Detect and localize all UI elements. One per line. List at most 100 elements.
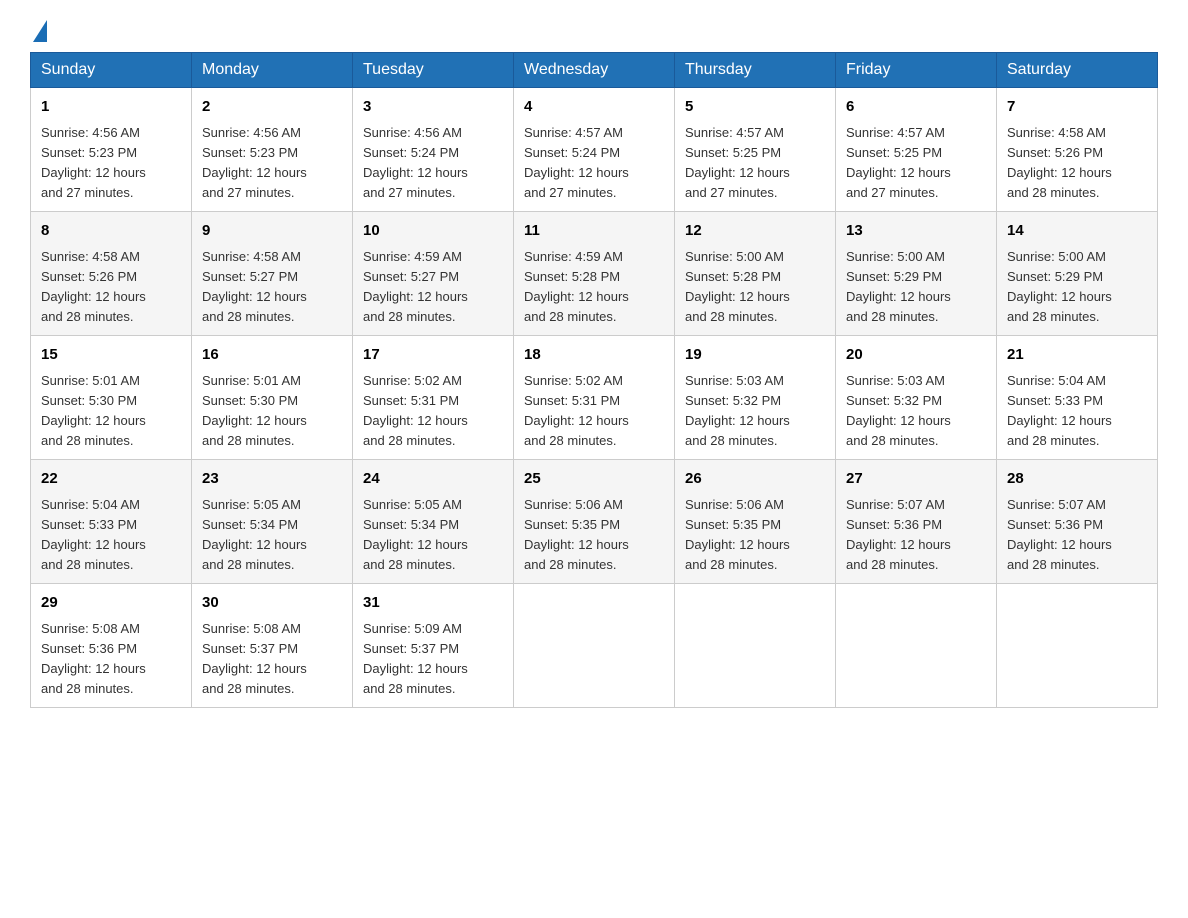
day-number: 9	[202, 220, 342, 243]
day-info: Sunrise: 4:58 AMSunset: 5:27 PMDaylight:…	[202, 247, 342, 328]
day-number: 13	[846, 220, 986, 243]
calendar-cell: 8 Sunrise: 4:58 AMSunset: 5:26 PMDaylight…	[31, 212, 192, 336]
day-info: Sunrise: 5:06 AMSunset: 5:35 PMDaylight:…	[685, 495, 825, 576]
page-header	[30, 20, 1158, 42]
logo-triangle-icon	[33, 20, 47, 42]
calendar-week-2: 8 Sunrise: 4:58 AMSunset: 5:26 PMDaylight…	[31, 212, 1158, 336]
calendar-header-saturday: Saturday	[997, 53, 1158, 88]
day-info: Sunrise: 4:56 AMSunset: 5:23 PMDaylight:…	[202, 123, 342, 204]
day-info: Sunrise: 5:08 AMSunset: 5:36 PMDaylight:…	[41, 619, 181, 700]
day-number: 20	[846, 344, 986, 367]
calendar-header-row: SundayMondayTuesdayWednesdayThursdayFrid…	[31, 53, 1158, 88]
calendar-cell: 23 Sunrise: 5:05 AMSunset: 5:34 PMDayligh…	[192, 460, 353, 584]
calendar-header-monday: Monday	[192, 53, 353, 88]
calendar-cell: 21 Sunrise: 5:04 AMSunset: 5:33 PMDayligh…	[997, 336, 1158, 460]
day-info: Sunrise: 5:05 AMSunset: 5:34 PMDaylight:…	[363, 495, 503, 576]
calendar-cell: 3 Sunrise: 4:56 AMSunset: 5:24 PMDaylight…	[353, 88, 514, 212]
day-number: 23	[202, 468, 342, 491]
calendar-cell: 27 Sunrise: 5:07 AMSunset: 5:36 PMDayligh…	[836, 460, 997, 584]
day-number: 1	[41, 96, 181, 119]
day-info: Sunrise: 5:00 AMSunset: 5:29 PMDaylight:…	[1007, 247, 1147, 328]
day-info: Sunrise: 5:02 AMSunset: 5:31 PMDaylight:…	[524, 371, 664, 452]
day-info: Sunrise: 5:03 AMSunset: 5:32 PMDaylight:…	[846, 371, 986, 452]
calendar-cell: 10 Sunrise: 4:59 AMSunset: 5:27 PMDayligh…	[353, 212, 514, 336]
calendar-week-3: 15 Sunrise: 5:01 AMSunset: 5:30 PMDayligh…	[31, 336, 1158, 460]
day-info: Sunrise: 5:09 AMSunset: 5:37 PMDaylight:…	[363, 619, 503, 700]
day-info: Sunrise: 5:05 AMSunset: 5:34 PMDaylight:…	[202, 495, 342, 576]
day-info: Sunrise: 5:04 AMSunset: 5:33 PMDaylight:…	[1007, 371, 1147, 452]
day-info: Sunrise: 4:57 AMSunset: 5:25 PMDaylight:…	[846, 123, 986, 204]
day-number: 29	[41, 592, 181, 615]
calendar-cell: 28 Sunrise: 5:07 AMSunset: 5:36 PMDayligh…	[997, 460, 1158, 584]
day-number: 24	[363, 468, 503, 491]
calendar-cell: 9 Sunrise: 4:58 AMSunset: 5:27 PMDaylight…	[192, 212, 353, 336]
calendar-cell: 1 Sunrise: 4:56 AMSunset: 5:23 PMDaylight…	[31, 88, 192, 212]
calendar-cell: 6 Sunrise: 4:57 AMSunset: 5:25 PMDaylight…	[836, 88, 997, 212]
day-number: 30	[202, 592, 342, 615]
day-info: Sunrise: 5:08 AMSunset: 5:37 PMDaylight:…	[202, 619, 342, 700]
calendar-cell: 31 Sunrise: 5:09 AMSunset: 5:37 PMDayligh…	[353, 584, 514, 708]
day-number: 14	[1007, 220, 1147, 243]
day-number: 21	[1007, 344, 1147, 367]
day-info: Sunrise: 4:59 AMSunset: 5:27 PMDaylight:…	[363, 247, 503, 328]
day-number: 15	[41, 344, 181, 367]
calendar-cell: 30 Sunrise: 5:08 AMSunset: 5:37 PMDayligh…	[192, 584, 353, 708]
day-number: 18	[524, 344, 664, 367]
day-number: 8	[41, 220, 181, 243]
day-number: 22	[41, 468, 181, 491]
calendar-cell: 19 Sunrise: 5:03 AMSunset: 5:32 PMDayligh…	[675, 336, 836, 460]
day-number: 10	[363, 220, 503, 243]
calendar-cell: 12Sunrise: 5:00 AMSunset: 5:28 PMDayligh…	[675, 212, 836, 336]
calendar-cell: 5 Sunrise: 4:57 AMSunset: 5:25 PMDaylight…	[675, 88, 836, 212]
day-info: Sunrise: 4:56 AMSunset: 5:24 PMDaylight:…	[363, 123, 503, 204]
calendar-cell: 2Sunrise: 4:56 AMSunset: 5:23 PMDaylight…	[192, 88, 353, 212]
calendar-cell	[514, 584, 675, 708]
calendar-cell: 22 Sunrise: 5:04 AMSunset: 5:33 PMDayligh…	[31, 460, 192, 584]
day-info: Sunrise: 5:03 AMSunset: 5:32 PMDaylight:…	[685, 371, 825, 452]
day-info: Sunrise: 5:00 AMSunset: 5:28 PMDaylight:…	[685, 247, 825, 328]
day-number: 19	[685, 344, 825, 367]
day-info: Sunrise: 5:04 AMSunset: 5:33 PMDaylight:…	[41, 495, 181, 576]
day-number: 28	[1007, 468, 1147, 491]
day-number: 26	[685, 468, 825, 491]
day-number: 25	[524, 468, 664, 491]
calendar-cell: 20 Sunrise: 5:03 AMSunset: 5:32 PMDayligh…	[836, 336, 997, 460]
day-info: Sunrise: 4:56 AMSunset: 5:23 PMDaylight:…	[41, 123, 181, 204]
day-number: 7	[1007, 96, 1147, 119]
day-number: 6	[846, 96, 986, 119]
day-info: Sunrise: 4:57 AMSunset: 5:25 PMDaylight:…	[685, 123, 825, 204]
day-info: Sunrise: 5:06 AMSunset: 5:35 PMDaylight:…	[524, 495, 664, 576]
day-number: 17	[363, 344, 503, 367]
calendar-header-sunday: Sunday	[31, 53, 192, 88]
calendar-cell: 16Sunrise: 5:01 AMSunset: 5:30 PMDayligh…	[192, 336, 353, 460]
calendar-header-friday: Friday	[836, 53, 997, 88]
day-info: Sunrise: 5:01 AMSunset: 5:30 PMDaylight:…	[41, 371, 181, 452]
calendar-cell: 14 Sunrise: 5:00 AMSunset: 5:29 PMDayligh…	[997, 212, 1158, 336]
day-info: Sunrise: 4:57 AMSunset: 5:24 PMDaylight:…	[524, 123, 664, 204]
day-info: Sunrise: 5:02 AMSunset: 5:31 PMDaylight:…	[363, 371, 503, 452]
calendar-cell: 4 Sunrise: 4:57 AMSunset: 5:24 PMDaylight…	[514, 88, 675, 212]
calendar-cell: 11 Sunrise: 4:59 AMSunset: 5:28 PMDayligh…	[514, 212, 675, 336]
calendar-cell: 24 Sunrise: 5:05 AMSunset: 5:34 PMDayligh…	[353, 460, 514, 584]
calendar-cell: 13Sunrise: 5:00 AMSunset: 5:29 PMDayligh…	[836, 212, 997, 336]
calendar-cell: 17 Sunrise: 5:02 AMSunset: 5:31 PMDayligh…	[353, 336, 514, 460]
calendar-cell: 26 Sunrise: 5:06 AMSunset: 5:35 PMDayligh…	[675, 460, 836, 584]
calendar-cell: 25 Sunrise: 5:06 AMSunset: 5:35 PMDayligh…	[514, 460, 675, 584]
day-info: Sunrise: 5:07 AMSunset: 5:36 PMDaylight:…	[1007, 495, 1147, 576]
calendar-header-tuesday: Tuesday	[353, 53, 514, 88]
day-number: 31	[363, 592, 503, 615]
calendar-cell	[675, 584, 836, 708]
day-number: 3	[363, 96, 503, 119]
day-info: Sunrise: 5:07 AMSunset: 5:36 PMDaylight:…	[846, 495, 986, 576]
logo	[30, 20, 50, 42]
day-info: Sunrise: 4:58 AMSunset: 5:26 PMDaylight:…	[41, 247, 181, 328]
day-number: 27	[846, 468, 986, 491]
day-info: Sunrise: 4:59 AMSunset: 5:28 PMDaylight:…	[524, 247, 664, 328]
calendar-cell: 29 Sunrise: 5:08 AMSunset: 5:36 PMDayligh…	[31, 584, 192, 708]
day-number: 4	[524, 96, 664, 119]
calendar-cell	[997, 584, 1158, 708]
day-number: 5	[685, 96, 825, 119]
day-number: 11	[524, 220, 664, 243]
calendar-table: SundayMondayTuesdayWednesdayThursdayFrid…	[30, 52, 1158, 708]
calendar-cell: 7Sunrise: 4:58 AMSunset: 5:26 PMDaylight…	[997, 88, 1158, 212]
